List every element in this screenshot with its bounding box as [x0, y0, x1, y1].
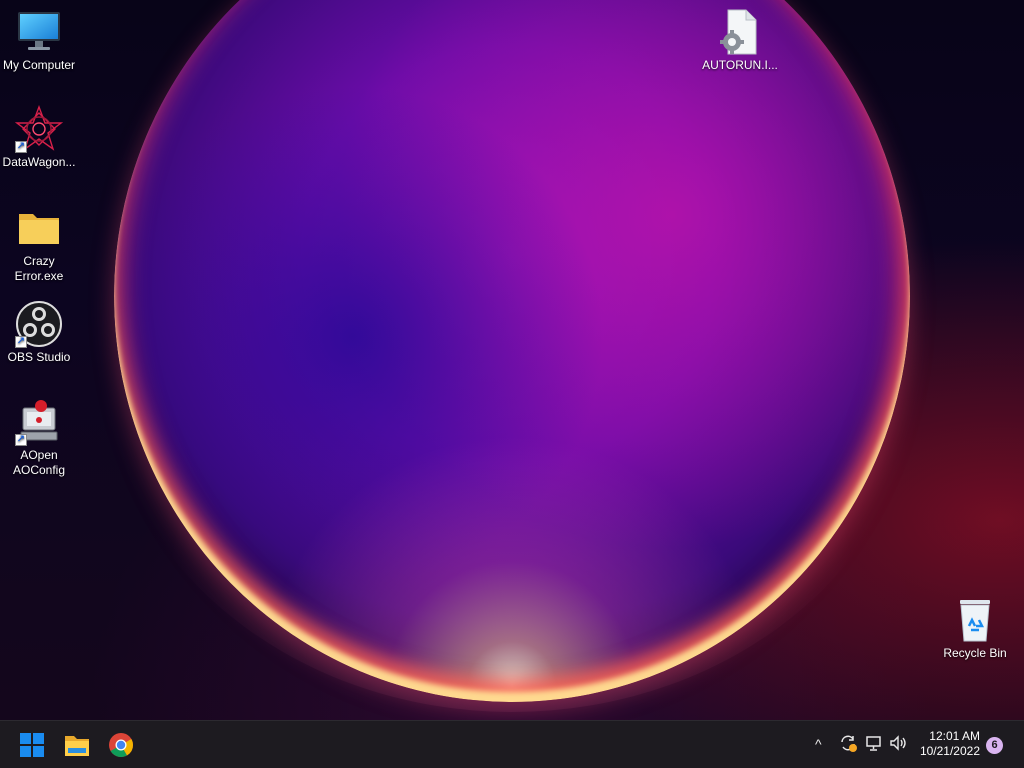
shortcut-arrow-icon: ↗ [15, 336, 27, 348]
sync-status-button[interactable] [838, 733, 858, 758]
file-explorer-icon [65, 736, 89, 756]
desktop-icon-autorun[interactable]: AUTORUN.I... [702, 8, 778, 73]
desktop-icon-aoconfig[interactable]: ↗ AOpen AOConfig [1, 398, 77, 478]
folder-icon [15, 204, 63, 252]
windows-start-icon [20, 733, 44, 757]
network-icon [866, 736, 881, 751]
desktop-icon-crazy-error[interactable]: Crazy Error.exe [1, 204, 77, 284]
aoconfig-icon: ↗ [15, 398, 63, 446]
sync-icon [841, 735, 857, 752]
desktop-background: My Computer ↗ DataWagon... Crazy Error.e… [0, 0, 1024, 720]
volume-button[interactable] [888, 733, 908, 758]
clock-button[interactable]: 12:01 AM 10/21/2022 [920, 729, 980, 759]
desktop-icon-obs-studio[interactable]: ↗ OBS Studio [1, 300, 77, 365]
taskbar: ^ 12:01 AM 10/21/2022 6 [0, 720, 1024, 768]
recycle-bin-icon [951, 596, 999, 644]
icon-label: AUTORUN.I... [702, 58, 778, 72]
clock-date: 10/21/2022 [919, 744, 980, 758]
settings-file-icon [716, 8, 764, 56]
desktop-icon-datawagon[interactable]: ↗ DataWagon... [1, 105, 77, 170]
icon-label: DataWagon... [2, 155, 76, 169]
desktop-icon-my-computer[interactable]: My Computer [1, 8, 77, 73]
file-explorer-button[interactable] [59, 727, 95, 763]
icon-label: Crazy Error.exe [14, 254, 64, 283]
clock-time: 12:01 AM [929, 729, 980, 743]
show-hidden-icons-button[interactable]: ^ [815, 734, 822, 754]
chrome-button[interactable] [103, 727, 139, 763]
icon-label: My Computer [2, 58, 76, 72]
monitor-icon [15, 8, 63, 56]
desktop-icon-recycle-bin[interactable]: Recycle Bin [937, 596, 1013, 661]
icon-label: OBS Studio [7, 350, 71, 364]
start-button[interactable] [14, 727, 50, 763]
chevron-up-icon: ^ [815, 736, 822, 752]
notification-badge[interactable]: 6 [986, 737, 1003, 754]
icon-label: AOpen AOConfig [12, 448, 66, 477]
network-button[interactable] [864, 733, 884, 758]
chrome-icon [109, 733, 133, 758]
shortcut-arrow-icon: ↗ [15, 434, 27, 446]
icon-label: Recycle Bin [943, 646, 1007, 660]
shortcut-arrow-icon: ↗ [15, 141, 27, 153]
obs-studio-icon: ↗ [15, 300, 63, 348]
datawagon-app-icon: ↗ [14, 105, 64, 153]
speaker-icon [890, 735, 906, 751]
